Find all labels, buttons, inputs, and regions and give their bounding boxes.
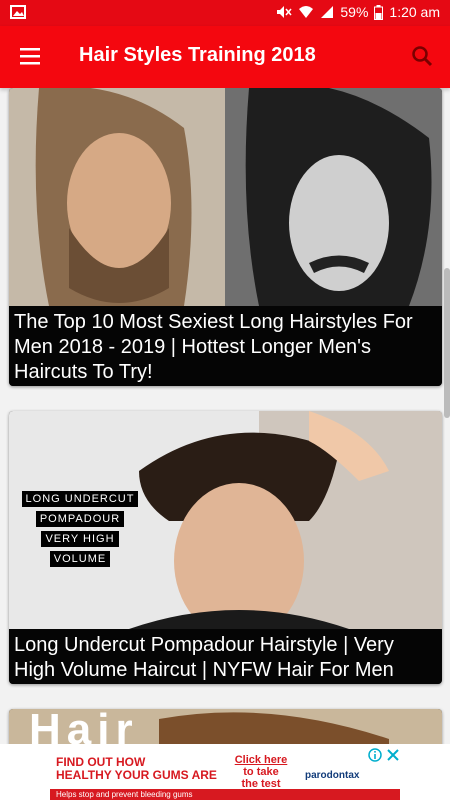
menu-icon[interactable] (18, 44, 42, 68)
signal-icon (321, 6, 334, 18)
video-thumbnail (9, 88, 442, 306)
battery-icon (374, 4, 384, 20)
video-card[interactable]: The Top 10 Most Sexiest Long Hairstyles … (9, 88, 442, 386)
thumbnail-overlay-title: Hair (29, 709, 139, 744)
ad-close-icon[interactable] (386, 748, 400, 762)
ad-cta[interactable]: Click here to take the test (232, 754, 290, 790)
video-card[interactable]: LONG UNDERCUT POMPADOUR VERY HIGH VOLUME… (9, 411, 442, 684)
ad-info-icon[interactable] (368, 748, 382, 762)
ad-headline: FIND OUT HOW HEALTHY YOUR GUMS ARE (56, 756, 217, 782)
overlay-line: VERY HIGH (41, 531, 119, 547)
video-feed: The Top 10 Most Sexiest Long Hairstyles … (0, 88, 450, 744)
ad-banner[interactable]: FIND OUT HOW HEALTHY YOUR GUMS ARE Click… (0, 744, 450, 800)
clock: 1:20 am (389, 4, 440, 20)
overlay-line: VOLUME (49, 551, 111, 567)
ad-cta-line: to take (243, 766, 279, 778)
app-bar: Hair Styles Training 2018 (0, 26, 450, 88)
overlay-line: LONG UNDERCUT (21, 491, 139, 507)
ad-brand: parodontax (305, 770, 360, 781)
overlay-line: POMPADOUR (35, 511, 125, 527)
search-icon[interactable] (410, 44, 434, 68)
image-notification-icon (10, 5, 26, 19)
ad-cta-line: Click here (234, 754, 288, 766)
video-title: Long Undercut Pompadour Hairstyle | Very… (9, 629, 442, 684)
battery-percent: 59% (340, 4, 369, 20)
status-bar: 59% 1:20 am (0, 0, 450, 26)
page-title: Hair Styles Training 2018 (79, 44, 316, 66)
wifi-icon (299, 6, 314, 18)
scrollbar[interactable] (444, 268, 450, 418)
mute-icon (277, 6, 292, 18)
ad-creative[interactable]: FIND OUT HOW HEALTHY YOUR GUMS ARE Click… (50, 748, 400, 800)
video-title: The Top 10 Most Sexiest Long Hairstyles … (9, 306, 442, 386)
ad-headline-line: HEALTHY YOUR GUMS ARE (56, 768, 217, 782)
video-card[interactable]: Hair (9, 709, 442, 744)
ad-strip: Helps stop and prevent bleeding gums (50, 789, 400, 800)
thumbnail-overlay-text: LONG UNDERCUT POMPADOUR VERY HIGH VOLUME (15, 489, 145, 569)
